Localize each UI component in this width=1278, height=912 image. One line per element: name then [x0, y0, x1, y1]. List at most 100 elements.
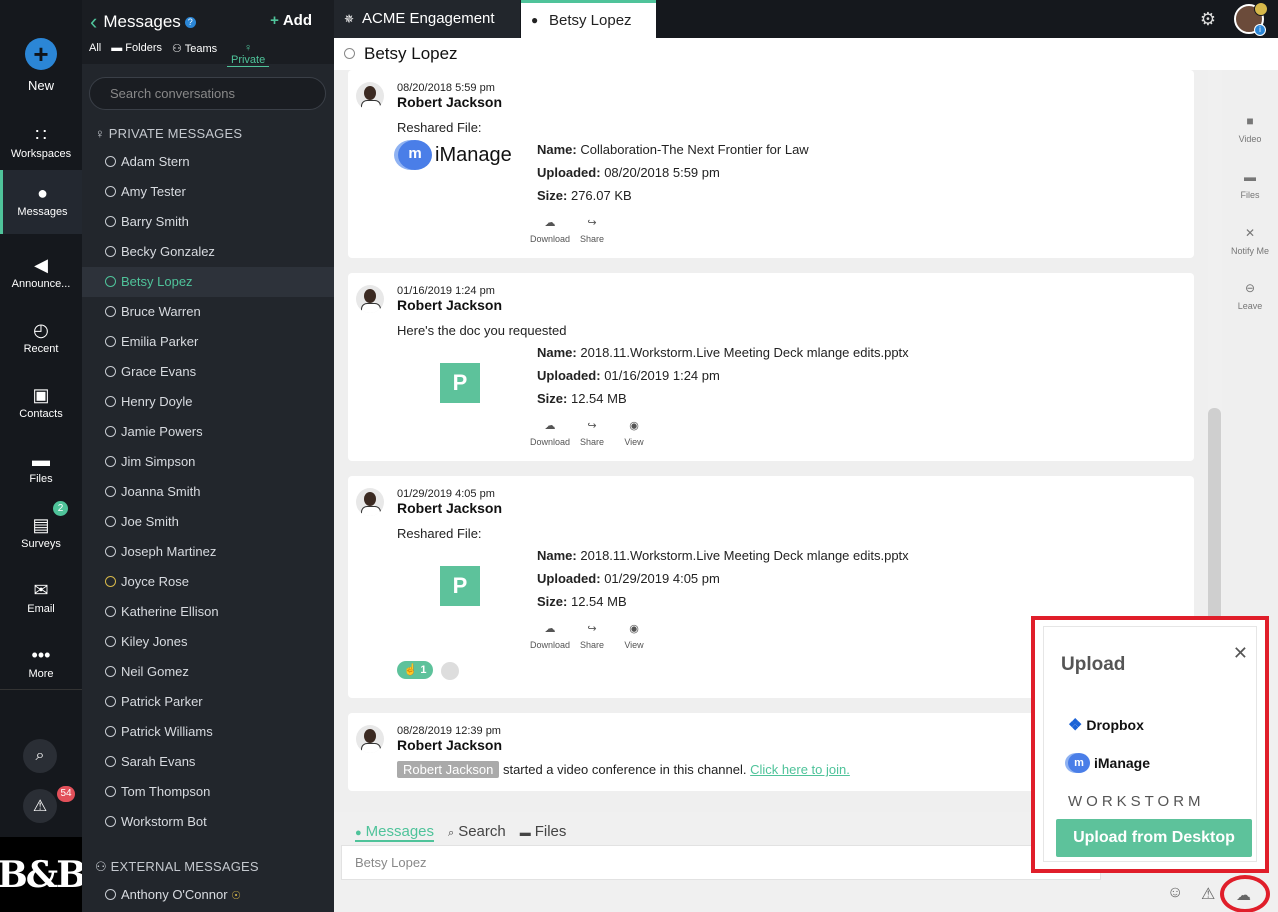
- download-button[interactable]: ☁ Download: [529, 419, 571, 447]
- view-button[interactable]: ◉ View: [613, 419, 655, 447]
- help-icon[interactable]: ?: [184, 16, 196, 28]
- tab-files[interactable]: ▬ Files: [520, 823, 567, 842]
- back-chevron-icon[interactable]: ‹: [90, 11, 97, 33]
- conversation-name: Barry Smith: [121, 214, 189, 229]
- pptx-file-thumbnail[interactable]: P: [440, 363, 480, 403]
- conversation-item[interactable]: Sarah Evans: [82, 747, 334, 777]
- video-button[interactable]: ■ Video: [1222, 114, 1278, 144]
- filter-folders[interactable]: ▬ Folders: [111, 42, 162, 67]
- avatar[interactable]: [356, 82, 384, 110]
- tab-acme-engagement[interactable]: ✵ ACME Engagement: [334, 0, 520, 38]
- alert-icon[interactable]: ⚠: [23, 789, 57, 823]
- view-button[interactable]: ◉ View: [613, 622, 655, 650]
- rail-item-surveys[interactable]: ▤ Surveys: [0, 502, 82, 566]
- leave-button[interactable]: ⊖ Leave: [1222, 281, 1278, 311]
- composer-tabs: ● Messages ⌕ Search ▬ Files: [355, 823, 566, 842]
- pptx-file-thumbnail[interactable]: P: [440, 566, 480, 606]
- rail-item-workspaces[interactable]: ∷ Workspaces: [0, 112, 82, 176]
- upload-option-dropbox[interactable]: ❖ Dropbox: [1068, 715, 1144, 735]
- message-author[interactable]: Robert Jackson: [397, 94, 502, 110]
- conversation-item[interactable]: Henry Doyle: [82, 387, 334, 417]
- conversation-item[interactable]: Barry Smith: [82, 207, 334, 237]
- rail-item-more[interactable]: ••• More: [0, 632, 82, 696]
- conversation-item[interactable]: Becky Gonzalez: [82, 237, 334, 267]
- thumbs-up-reaction[interactable]: ☝ 1: [397, 661, 433, 679]
- rail-item-email[interactable]: ✉ Email: [0, 567, 82, 631]
- settings-gear-icon[interactable]: ⚙: [1200, 9, 1216, 30]
- share-button[interactable]: ↪ Share: [571, 419, 613, 447]
- conversation-item[interactable]: Amy Tester: [82, 177, 334, 207]
- avatar[interactable]: [356, 285, 384, 313]
- cloud-download-icon: ☁: [544, 623, 556, 635]
- user-avatar[interactable]: i: [1234, 2, 1268, 36]
- filter-all[interactable]: All: [89, 42, 101, 67]
- close-icon[interactable]: ✕: [1233, 643, 1248, 664]
- conversation-item[interactable]: Neil Gomez: [82, 657, 334, 687]
- conversation-item[interactable]: Bruce Warren: [82, 297, 334, 327]
- tab-messages[interactable]: ● Messages: [355, 823, 435, 842]
- avatar[interactable]: [356, 725, 384, 753]
- rail-item-messages[interactable]: ● Messages: [0, 170, 82, 234]
- conversation-item[interactable]: Joe Smith: [82, 507, 334, 537]
- share-button[interactable]: ↪ Share: [571, 622, 613, 650]
- mention-pill[interactable]: Robert Jackson: [397, 761, 500, 778]
- conversation-item[interactable]: Jim Simpson: [82, 447, 334, 477]
- conversation-item[interactable]: Katherine Ellison: [82, 597, 334, 627]
- avatar[interactable]: [356, 488, 384, 516]
- upload-from-desktop-button[interactable]: Upload from Desktop: [1056, 819, 1252, 857]
- conversation-item[interactable]: Kiley Jones: [82, 627, 334, 657]
- conversation-item[interactable]: Joanna Smith: [82, 477, 334, 507]
- rail-item-announcements[interactable]: ◀ Announce...: [0, 242, 82, 306]
- rail-divider: [0, 689, 82, 690]
- conversation-item[interactable]: Grace Evans: [82, 357, 334, 387]
- filter-teams[interactable]: ⚇ Teams: [172, 42, 217, 67]
- tab-search[interactable]: ⌕ Search: [448, 823, 506, 842]
- message-timestamp: 01/29/2019 4:05 pm: [397, 488, 495, 500]
- company-logo: B&B: [0, 837, 87, 912]
- cloud-upload-icon[interactable]: ☁: [1236, 886, 1251, 904]
- download-button[interactable]: ☁ Download: [529, 216, 571, 244]
- conversation-item[interactable]: Jamie Powers: [82, 417, 334, 447]
- conversation-item[interactable]: Patrick Williams: [82, 717, 334, 747]
- add-button[interactable]: + Add: [270, 12, 312, 29]
- rail-item-contacts[interactable]: ▣ Contacts: [0, 372, 82, 436]
- private-messages-heading: ♀ PRIVATE MESSAGES: [95, 126, 243, 141]
- status-dot-icon: [105, 186, 116, 197]
- emoji-icon[interactable]: ☺: [1167, 884, 1183, 902]
- conversation-item[interactable]: Workstorm Bot: [82, 807, 334, 837]
- share-button[interactable]: ↪ Share: [571, 216, 613, 244]
- message-author[interactable]: Robert Jackson: [397, 500, 502, 516]
- conversation-item[interactable]: Joseph Martinez: [82, 537, 334, 567]
- join-video-link[interactable]: Click here to join.: [750, 762, 850, 777]
- search-icon: ⌕: [448, 827, 455, 839]
- search-icon[interactable]: ⌕: [23, 739, 57, 773]
- status-dot-icon: [105, 216, 116, 227]
- conversation-item[interactable]: Tom Thompson: [82, 777, 334, 807]
- message-input[interactable]: Betsy Lopez: [341, 845, 1101, 880]
- upload-option-workstorm[interactable]: WORKSTORM: [1068, 793, 1205, 810]
- conversation-item[interactable]: Anthony O'Connor ☉: [82, 880, 334, 910]
- clock-status-icon: [1254, 2, 1268, 16]
- conversation-item[interactable]: Adam Stern: [82, 147, 334, 177]
- rail-item-files[interactable]: ▬ Files: [0, 437, 82, 501]
- file-actions: ☁ Download ↪ Share ◉ View: [529, 419, 655, 447]
- message-author[interactable]: Robert Jackson: [397, 297, 502, 313]
- conversation-item[interactable]: Patrick Parker: [82, 687, 334, 717]
- message-author[interactable]: Robert Jackson: [397, 737, 502, 753]
- message-timestamp: 08/28/2019 12:39 pm: [397, 725, 501, 737]
- conversation-item[interactable]: Betsy Lopez: [82, 267, 334, 297]
- status-dot-icon: [105, 396, 116, 407]
- notify-me-button[interactable]: ✕ Notify Me: [1222, 226, 1278, 256]
- scrollbar[interactable]: [1208, 408, 1221, 638]
- search-conversations-input[interactable]: Search conversations: [89, 77, 326, 110]
- tab-betsy-lopez[interactable]: ● Betsy Lopez: [521, 0, 656, 38]
- alert-icon[interactable]: ⚠: [1201, 884, 1215, 904]
- conversation-item[interactable]: Joyce Rose: [82, 567, 334, 597]
- filter-private[interactable]: ♀ Private: [227, 42, 270, 67]
- download-button[interactable]: ☁ Download: [529, 622, 571, 650]
- upload-option-imanage[interactable]: m iManage: [1068, 753, 1150, 773]
- conversation-item[interactable]: Emilia Parker: [82, 327, 334, 357]
- rail-item-recent[interactable]: ◴ Recent: [0, 307, 82, 371]
- files-button[interactable]: ▬ Files: [1222, 170, 1278, 200]
- new-button[interactable]: + New: [0, 38, 82, 93]
